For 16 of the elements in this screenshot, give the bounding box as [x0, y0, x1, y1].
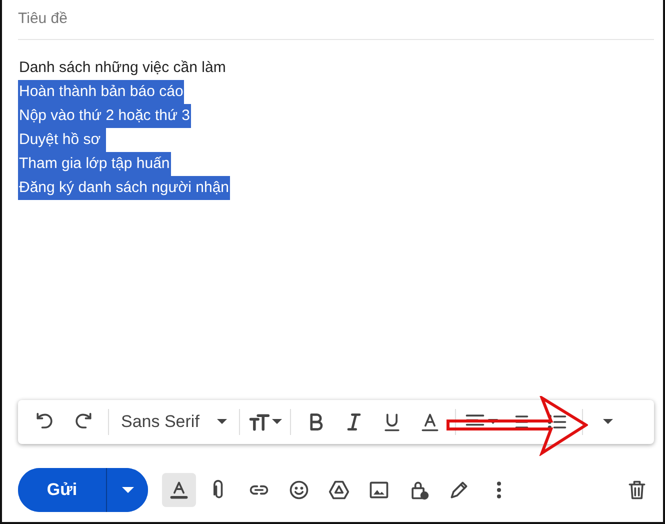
image-icon[interactable] — [368, 479, 390, 501]
font-dropdown[interactable]: Sans Serif — [117, 406, 232, 438]
trash-icon[interactable] — [626, 479, 648, 501]
pen-icon[interactable] — [448, 479, 470, 501]
body-text-line: Danh sách những việc cần làm — [18, 58, 227, 78]
caret-icon — [122, 486, 134, 494]
subject-field[interactable]: Tiêu đề — [18, 0, 654, 40]
caret-icon[interactable] — [603, 419, 614, 425]
caret-icon[interactable] — [272, 419, 282, 425]
text-format-icon — [168, 479, 190, 501]
drive-icon[interactable] — [328, 479, 350, 501]
caret-icon[interactable] — [217, 419, 228, 425]
emoji-icon[interactable] — [288, 479, 310, 501]
text-size-icon — [248, 411, 270, 433]
formatting-options-button[interactable] — [162, 473, 196, 507]
send-button[interactable]: Gửi — [18, 468, 107, 512]
